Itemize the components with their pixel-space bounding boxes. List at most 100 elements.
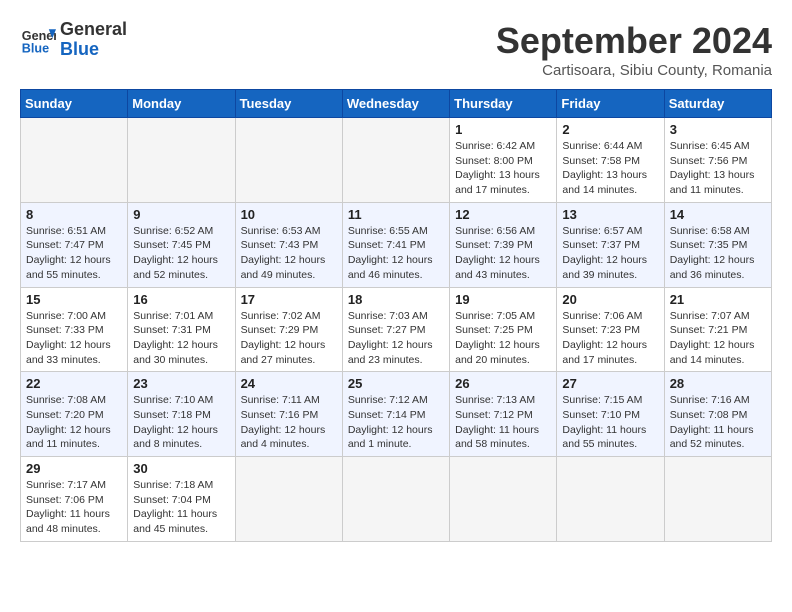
- calendar-day-cell: 2 Sunrise: 6:44 AM Sunset: 7:58 PM Dayli…: [557, 118, 664, 203]
- day-info: Sunrise: 6:56 AM Sunset: 7:39 PM Dayligh…: [455, 224, 551, 283]
- day-number: 13: [562, 207, 658, 222]
- day-number: 20: [562, 292, 658, 307]
- calendar-day-cell: [128, 118, 235, 203]
- day-info: Sunrise: 7:17 AM Sunset: 7:06 PM Dayligh…: [26, 478, 122, 537]
- day-info: Sunrise: 7:00 AM Sunset: 7:33 PM Dayligh…: [26, 309, 122, 368]
- day-info: Sunrise: 6:55 AM Sunset: 7:41 PM Dayligh…: [348, 224, 444, 283]
- day-info: Sunrise: 7:08 AM Sunset: 7:20 PM Dayligh…: [26, 393, 122, 452]
- calendar-day-cell: 8 Sunrise: 6:51 AM Sunset: 7:47 PM Dayli…: [21, 202, 128, 287]
- day-number: 16: [133, 292, 229, 307]
- calendar-day-cell: 9 Sunrise: 6:52 AM Sunset: 7:45 PM Dayli…: [128, 202, 235, 287]
- calendar-day-cell: 16 Sunrise: 7:01 AM Sunset: 7:31 PM Dayl…: [128, 287, 235, 372]
- day-number: 21: [670, 292, 766, 307]
- weekday-header: Saturday: [664, 90, 771, 118]
- day-info: Sunrise: 6:42 AM Sunset: 8:00 PM Dayligh…: [455, 139, 551, 198]
- day-number: 25: [348, 376, 444, 391]
- logo-general: General: [60, 20, 127, 40]
- day-info: Sunrise: 6:52 AM Sunset: 7:45 PM Dayligh…: [133, 224, 229, 283]
- calendar-day-cell: 19 Sunrise: 7:05 AM Sunset: 7:25 PM Dayl…: [450, 287, 557, 372]
- weekday-header: Monday: [128, 90, 235, 118]
- month-title: September 2024: [496, 20, 772, 62]
- day-info: Sunrise: 7:15 AM Sunset: 7:10 PM Dayligh…: [562, 393, 658, 452]
- day-info: Sunrise: 7:05 AM Sunset: 7:25 PM Dayligh…: [455, 309, 551, 368]
- day-number: 8: [26, 207, 122, 222]
- day-info: Sunrise: 6:44 AM Sunset: 7:58 PM Dayligh…: [562, 139, 658, 198]
- day-info: Sunrise: 6:51 AM Sunset: 7:47 PM Dayligh…: [26, 224, 122, 283]
- day-number: 3: [670, 122, 766, 137]
- calendar-day-cell: 12 Sunrise: 6:56 AM Sunset: 7:39 PM Dayl…: [450, 202, 557, 287]
- calendar-day-cell: 30 Sunrise: 7:18 AM Sunset: 7:04 PM Dayl…: [128, 457, 235, 542]
- day-info: Sunrise: 7:06 AM Sunset: 7:23 PM Dayligh…: [562, 309, 658, 368]
- location: Cartisoara, Sibiu County, Romania: [496, 62, 772, 79]
- day-info: Sunrise: 7:07 AM Sunset: 7:21 PM Dayligh…: [670, 309, 766, 368]
- day-info: Sunrise: 7:18 AM Sunset: 7:04 PM Dayligh…: [133, 478, 229, 537]
- day-info: Sunrise: 7:13 AM Sunset: 7:12 PM Dayligh…: [455, 393, 551, 452]
- day-number: 22: [26, 376, 122, 391]
- day-number: 12: [455, 207, 551, 222]
- calendar-day-cell: 13 Sunrise: 6:57 AM Sunset: 7:37 PM Dayl…: [557, 202, 664, 287]
- calendar-day-cell: 18 Sunrise: 7:03 AM Sunset: 7:27 PM Dayl…: [342, 287, 449, 372]
- day-number: 14: [670, 207, 766, 222]
- calendar-week-row: 15 Sunrise: 7:00 AM Sunset: 7:33 PM Dayl…: [21, 287, 772, 372]
- day-info: Sunrise: 7:02 AM Sunset: 7:29 PM Dayligh…: [241, 309, 337, 368]
- day-info: Sunrise: 6:57 AM Sunset: 7:37 PM Dayligh…: [562, 224, 658, 283]
- day-number: 23: [133, 376, 229, 391]
- day-info: Sunrise: 6:53 AM Sunset: 7:43 PM Dayligh…: [241, 224, 337, 283]
- calendar-day-cell: [235, 118, 342, 203]
- svg-text:Blue: Blue: [22, 41, 49, 55]
- day-info: Sunrise: 7:16 AM Sunset: 7:08 PM Dayligh…: [670, 393, 766, 452]
- day-number: 30: [133, 461, 229, 476]
- calendar-week-row: 1 Sunrise: 6:42 AM Sunset: 8:00 PM Dayli…: [21, 118, 772, 203]
- calendar-day-cell: 27 Sunrise: 7:15 AM Sunset: 7:10 PM Dayl…: [557, 372, 664, 457]
- calendar-table: SundayMondayTuesdayWednesdayThursdayFrid…: [20, 89, 772, 542]
- day-number: 15: [26, 292, 122, 307]
- day-number: 18: [348, 292, 444, 307]
- calendar-day-cell: [664, 457, 771, 542]
- logo-blue: Blue: [60, 40, 127, 60]
- calendar-day-cell: 3 Sunrise: 6:45 AM Sunset: 7:56 PM Dayli…: [664, 118, 771, 203]
- weekday-header: Tuesday: [235, 90, 342, 118]
- day-info: Sunrise: 7:11 AM Sunset: 7:16 PM Dayligh…: [241, 393, 337, 452]
- day-info: Sunrise: 7:10 AM Sunset: 7:18 PM Dayligh…: [133, 393, 229, 452]
- calendar-day-cell: 28 Sunrise: 7:16 AM Sunset: 7:08 PM Dayl…: [664, 372, 771, 457]
- weekday-header: Wednesday: [342, 90, 449, 118]
- day-number: 17: [241, 292, 337, 307]
- calendar-day-cell: 20 Sunrise: 7:06 AM Sunset: 7:23 PM Dayl…: [557, 287, 664, 372]
- calendar-day-cell: 11 Sunrise: 6:55 AM Sunset: 7:41 PM Dayl…: [342, 202, 449, 287]
- calendar-day-cell: 21 Sunrise: 7:07 AM Sunset: 7:21 PM Dayl…: [664, 287, 771, 372]
- page-header: General Blue General Blue September 2024…: [20, 20, 772, 79]
- calendar-day-cell: 22 Sunrise: 7:08 AM Sunset: 7:20 PM Dayl…: [21, 372, 128, 457]
- day-number: 28: [670, 376, 766, 391]
- calendar-day-cell: [21, 118, 128, 203]
- day-number: 10: [241, 207, 337, 222]
- calendar-week-row: 8 Sunrise: 6:51 AM Sunset: 7:47 PM Dayli…: [21, 202, 772, 287]
- calendar-day-cell: 24 Sunrise: 7:11 AM Sunset: 7:16 PM Dayl…: [235, 372, 342, 457]
- calendar-day-cell: [342, 118, 449, 203]
- day-number: 1: [455, 122, 551, 137]
- calendar-day-cell: [342, 457, 449, 542]
- day-number: 29: [26, 461, 122, 476]
- calendar-day-cell: 14 Sunrise: 6:58 AM Sunset: 7:35 PM Dayl…: [664, 202, 771, 287]
- weekday-header: Sunday: [21, 90, 128, 118]
- day-number: 19: [455, 292, 551, 307]
- calendar-day-cell: 1 Sunrise: 6:42 AM Sunset: 8:00 PM Dayli…: [450, 118, 557, 203]
- calendar-day-cell: 15 Sunrise: 7:00 AM Sunset: 7:33 PM Dayl…: [21, 287, 128, 372]
- calendar-day-cell: [450, 457, 557, 542]
- day-info: Sunrise: 7:12 AM Sunset: 7:14 PM Dayligh…: [348, 393, 444, 452]
- calendar-day-cell: 29 Sunrise: 7:17 AM Sunset: 7:06 PM Dayl…: [21, 457, 128, 542]
- day-number: 24: [241, 376, 337, 391]
- logo-icon: General Blue: [20, 22, 56, 58]
- calendar-day-cell: 26 Sunrise: 7:13 AM Sunset: 7:12 PM Dayl…: [450, 372, 557, 457]
- calendar-day-cell: 23 Sunrise: 7:10 AM Sunset: 7:18 PM Dayl…: [128, 372, 235, 457]
- calendar-day-cell: [235, 457, 342, 542]
- weekday-header: Thursday: [450, 90, 557, 118]
- day-info: Sunrise: 7:03 AM Sunset: 7:27 PM Dayligh…: [348, 309, 444, 368]
- day-number: 27: [562, 376, 658, 391]
- logo: General Blue General Blue: [20, 20, 127, 60]
- calendar-week-row: 29 Sunrise: 7:17 AM Sunset: 7:06 PM Dayl…: [21, 457, 772, 542]
- calendar-day-cell: [557, 457, 664, 542]
- day-number: 11: [348, 207, 444, 222]
- day-info: Sunrise: 6:58 AM Sunset: 7:35 PM Dayligh…: [670, 224, 766, 283]
- calendar-day-cell: 17 Sunrise: 7:02 AM Sunset: 7:29 PM Dayl…: [235, 287, 342, 372]
- weekday-header: Friday: [557, 90, 664, 118]
